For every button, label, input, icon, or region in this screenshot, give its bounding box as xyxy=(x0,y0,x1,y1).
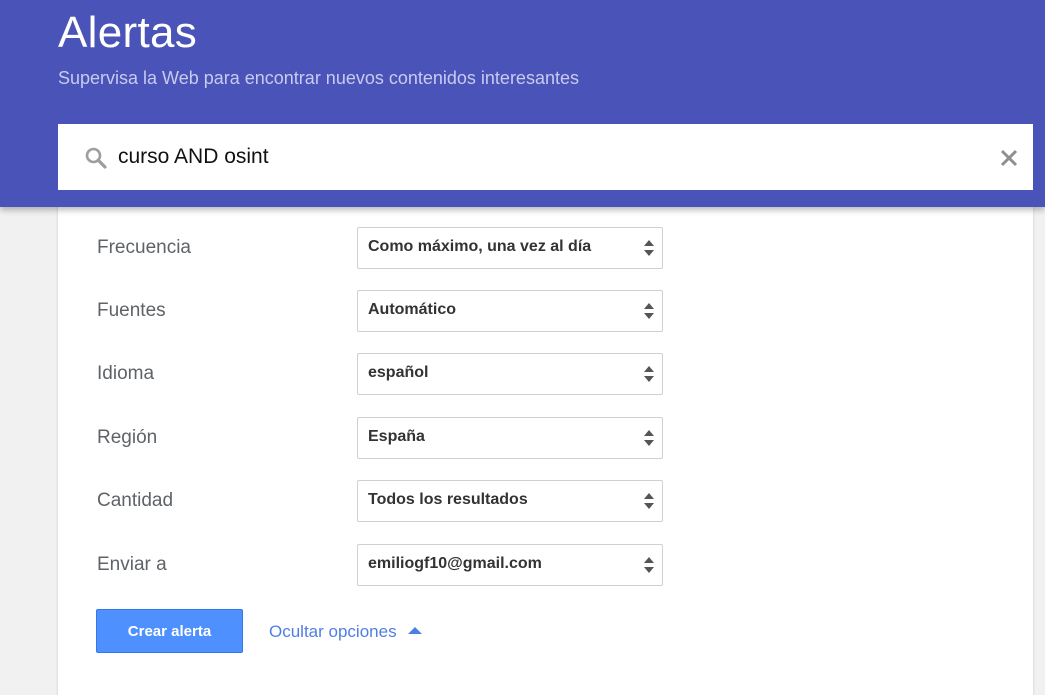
frequency-label: Frecuencia xyxy=(97,237,191,258)
sort-arrows-icon xyxy=(643,556,655,574)
option-row-region: Región España xyxy=(58,417,1033,461)
sort-arrows-icon xyxy=(643,239,655,257)
quantity-value: Todos los resultados xyxy=(368,491,528,508)
deliver-to-value: emiliogf10@gmail.com xyxy=(368,555,542,572)
close-icon[interactable] xyxy=(999,148,1019,168)
options-panel: Frecuencia Como máximo, una vez al día F… xyxy=(58,195,1033,695)
deliver-to-label: Enviar a xyxy=(97,554,167,575)
sources-label: Fuentes xyxy=(97,300,166,321)
sort-arrows-icon xyxy=(643,302,655,320)
sort-arrows-icon xyxy=(643,492,655,510)
create-alert-button[interactable]: Crear alerta xyxy=(96,609,243,653)
option-row-deliver-to: Enviar a emiliogf10@gmail.com xyxy=(58,544,1033,588)
sources-value: Automático xyxy=(368,301,456,318)
hide-options-label: Ocultar opciones xyxy=(269,622,397,641)
option-row-quantity: Cantidad Todos los resultados xyxy=(58,480,1033,524)
sources-select[interactable]: Automático xyxy=(357,290,663,332)
frequency-select[interactable]: Como máximo, una vez al día xyxy=(357,227,663,269)
search-icon xyxy=(84,146,108,170)
region-value: España xyxy=(368,428,425,445)
caret-up-icon xyxy=(407,627,422,634)
quantity-label: Cantidad xyxy=(97,490,174,511)
header: Alertas Supervisa la Web para encontrar … xyxy=(0,0,1045,207)
page-title: Alertas xyxy=(58,8,198,57)
sort-arrows-icon xyxy=(643,365,655,383)
frequency-value: Como máximo, una vez al día xyxy=(368,238,592,255)
sort-arrows-icon xyxy=(643,429,655,447)
language-label: Idioma xyxy=(97,363,155,384)
option-row-frequency: Frecuencia Como máximo, una vez al día xyxy=(58,227,1033,271)
page-subtitle: Supervisa la Web para encontrar nuevos c… xyxy=(58,68,579,88)
option-row-sources: Fuentes Automático xyxy=(58,290,1033,334)
region-select[interactable]: España xyxy=(357,417,663,459)
region-label: Región xyxy=(97,427,158,448)
search-input[interactable] xyxy=(118,140,978,174)
hide-options-link[interactable]: Ocultar opciones xyxy=(269,622,422,642)
language-select[interactable]: español xyxy=(357,353,663,395)
quantity-select[interactable]: Todos los resultados xyxy=(357,480,663,522)
deliver-to-select[interactable]: emiliogf10@gmail.com xyxy=(357,544,663,586)
search-box xyxy=(58,124,1033,190)
language-value: español xyxy=(368,364,429,381)
option-row-language: Idioma español xyxy=(58,353,1033,397)
